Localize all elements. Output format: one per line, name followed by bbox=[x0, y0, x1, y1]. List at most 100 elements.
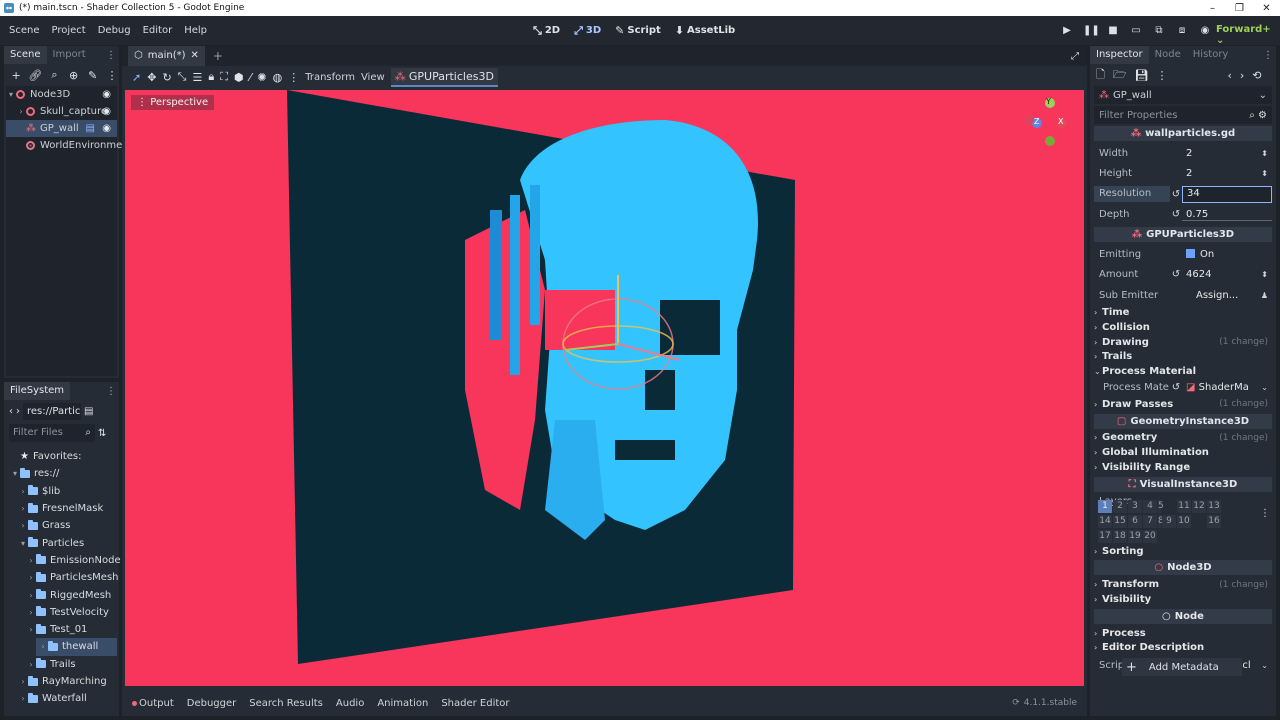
search-icon[interactable]: ⌕ bbox=[47, 68, 61, 82]
remote-debug-icon[interactable]: ▭ bbox=[1129, 25, 1143, 36]
tab-history[interactable]: History bbox=[1187, 46, 1235, 64]
group-geometry[interactable]: › Geometry (1 change) bbox=[1094, 431, 1272, 446]
group-time[interactable]: › Time bbox=[1094, 306, 1272, 321]
forward-icon[interactable]: › bbox=[16, 406, 20, 417]
close-window-button[interactable]: ✕ bbox=[1253, 3, 1280, 14]
expand-arrow-icon[interactable]: › bbox=[18, 504, 28, 513]
expand-arrow-icon[interactable]: › bbox=[18, 521, 28, 530]
list-select-icon[interactable]: ☰ bbox=[192, 71, 202, 84]
layer-toggle[interactable]: 19 bbox=[1128, 530, 1142, 543]
collapse-arrow-icon[interactable]: ▾ bbox=[18, 539, 28, 548]
filter-files-input[interactable]: Filter Files ⌕ bbox=[9, 424, 95, 442]
preview-sun-icon[interactable]: ✺ bbox=[257, 71, 266, 84]
revert-icon[interactable]: ↺ bbox=[1170, 189, 1182, 200]
group-draw-passes[interactable]: › Draw Passes (1 change) bbox=[1094, 397, 1272, 412]
layer-toggle[interactable]: 9 bbox=[1162, 515, 1176, 528]
layer-toggle[interactable]: 6 bbox=[1128, 515, 1142, 528]
pause-icon[interactable]: ❚❚ bbox=[1083, 25, 1100, 36]
split-view-icon[interactable]: ▤ bbox=[84, 406, 93, 417]
fs-item[interactable]: › Waterfall bbox=[6, 690, 117, 707]
transform-menu[interactable]: Transform bbox=[305, 72, 355, 83]
expand-arrow-icon[interactable]: › bbox=[26, 608, 36, 617]
visibility-eye-icon[interactable]: ◉ bbox=[102, 123, 111, 134]
fs-item[interactable]: › $lib bbox=[6, 483, 117, 500]
revert-icon[interactable]: ↺ bbox=[1170, 382, 1182, 393]
section-geometryinstance3d[interactable]: ▢ GeometryInstance3D bbox=[1094, 413, 1272, 429]
section-node[interactable]: ○ Node bbox=[1094, 608, 1272, 624]
distraction-free-icon[interactable]: ⤢ bbox=[1071, 51, 1079, 62]
layers-more-icon[interactable]: ⋮ bbox=[1260, 508, 1270, 519]
dock-menu-icon[interactable]: ⋮ bbox=[106, 386, 116, 397]
group-transform[interactable]: › Transform (1 change) bbox=[1094, 577, 1272, 592]
tree-node-skull[interactable]: › Skull_capture ◉ bbox=[6, 103, 117, 120]
script-attach-icon[interactable]: ✎ bbox=[86, 69, 100, 82]
revert-icon[interactable]: ↺ bbox=[1170, 269, 1182, 280]
group-process[interactable]: › Process bbox=[1094, 626, 1272, 641]
select-tool-icon[interactable]: ➚ bbox=[132, 71, 141, 84]
assign-button[interactable]: Assign... bbox=[1182, 290, 1272, 301]
layer-toggle[interactable]: 18 bbox=[1113, 530, 1127, 543]
group-sorting[interactable]: › Sorting bbox=[1094, 544, 1272, 559]
revert-icon[interactable]: ↺ bbox=[1170, 209, 1182, 220]
instance-scene-icon[interactable]: ⊕ bbox=[67, 69, 81, 82]
layer-toggle[interactable]: 10 bbox=[1177, 515, 1191, 528]
history-back-icon[interactable]: ‹ bbox=[1227, 69, 1231, 82]
resolution-input[interactable]: 34 bbox=[1182, 185, 1272, 203]
open-folder-icon[interactable]: 🗁︎ bbox=[1113, 66, 1127, 85]
menu-editor[interactable]: Editor bbox=[137, 25, 179, 36]
section-gpuparticles3d[interactable]: ⁂ GPUParticles3D bbox=[1094, 227, 1272, 242]
layer-toggle[interactable]: 2 bbox=[1113, 500, 1127, 513]
tab-main-scene[interactable]: ⬡ main(*) ✕ bbox=[128, 46, 205, 66]
tree-node-root[interactable]: ▾ Node3D ◉ bbox=[6, 86, 117, 103]
collapse-arrow-icon[interactable]: ▾ bbox=[6, 90, 16, 99]
tab-scene[interactable]: Scene bbox=[4, 46, 47, 64]
tab-debugger[interactable]: Debugger bbox=[187, 698, 237, 709]
script-attached-icon[interactable]: ▤ bbox=[86, 123, 95, 134]
filter-properties-input[interactable]: Filter Properties ⌕ ⚙ bbox=[1094, 106, 1272, 124]
dock-menu-icon[interactable]: ⋮ bbox=[106, 50, 116, 61]
new-resource-icon[interactable]: 🗋︎ bbox=[1096, 66, 1105, 85]
more-icon[interactable]: ⋮ bbox=[105, 69, 119, 82]
back-icon[interactable]: ‹ bbox=[9, 406, 13, 417]
group-visibility-range[interactable]: › Visibility Range bbox=[1094, 460, 1272, 475]
layer-toggle[interactable]: 15 bbox=[1113, 515, 1127, 528]
expand-arrow-icon[interactable]: › bbox=[16, 107, 26, 116]
fs-item[interactable]: › RayMarching bbox=[6, 673, 117, 690]
tab-output[interactable]: Output bbox=[132, 698, 174, 709]
add-metadata-button[interactable]: + Add Metadata bbox=[1122, 658, 1242, 676]
tree-node-gp-wall[interactable]: ⁂ GP_wall ▤ ◉ bbox=[6, 120, 117, 137]
fs-item[interactable]: › thewall bbox=[36, 638, 117, 656]
add-tab-icon[interactable]: + bbox=[213, 49, 223, 63]
collapse-arrow-icon[interactable]: ▾ bbox=[10, 469, 20, 478]
fs-item[interactable]: › FresnelMask bbox=[6, 500, 117, 517]
chevron-down-icon[interactable]: ⌄ bbox=[1261, 383, 1268, 392]
section-node3d[interactable]: ○ Node3D bbox=[1094, 560, 1272, 576]
workspace-3d-button[interactable]: ⤢ 3D bbox=[569, 24, 606, 38]
minimize-button[interactable]: – bbox=[1199, 3, 1226, 14]
tab-audio[interactable]: Audio bbox=[336, 698, 364, 709]
expand-arrow-icon[interactable]: › bbox=[38, 642, 48, 651]
group-drawing[interactable]: › Drawing (1 change) bbox=[1094, 335, 1272, 350]
close-icon[interactable]: ✕ bbox=[191, 46, 199, 66]
menu-debug[interactable]: Debug bbox=[92, 25, 137, 36]
group-trails[interactable]: › Trails bbox=[1094, 350, 1272, 365]
history-forward-icon[interactable]: › bbox=[1240, 69, 1244, 82]
group-editor-description[interactable]: › Editor Description bbox=[1094, 640, 1272, 655]
shader-material-value[interactable]: ◪ ShaderMa bbox=[1182, 382, 1272, 393]
add-node-icon[interactable]: + bbox=[9, 69, 23, 82]
dock-menu-icon[interactable]: ⋮ bbox=[1263, 50, 1273, 61]
save-icon[interactable]: 💾︎ bbox=[1135, 69, 1149, 82]
group-process-material[interactable]: ⌄ Process Material bbox=[1094, 364, 1272, 379]
layer-toggle[interactable]: 4 bbox=[1143, 500, 1157, 513]
fs-item[interactable]: › EmissionNode bbox=[6, 552, 121, 569]
layer-toggle[interactable]: 8 bbox=[1158, 515, 1164, 528]
layer-toggle[interactable]: 20 bbox=[1143, 530, 1157, 543]
fs-item[interactable]: › Grass bbox=[6, 517, 117, 534]
visibility-eye-icon[interactable]: ◉ bbox=[102, 106, 111, 117]
object-selector[interactable]: ⁂ GP_wall ⌄ bbox=[1094, 86, 1272, 104]
play-icon[interactable]: ▶ bbox=[1060, 25, 1074, 36]
expand-arrow-icon[interactable]: › bbox=[26, 573, 36, 582]
more-icon[interactable]: ⋮ bbox=[288, 71, 299, 84]
chevron-down-icon[interactable]: ⌄ bbox=[1261, 661, 1268, 670]
spinner-icon[interactable]: ⬍ bbox=[1261, 149, 1268, 158]
